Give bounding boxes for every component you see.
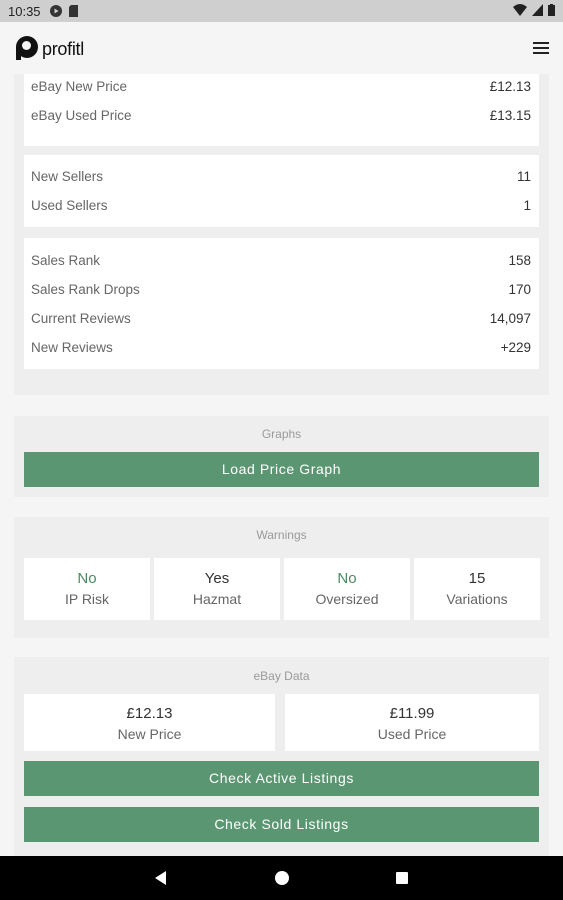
stat-row: Sales Rank Drops 170 <box>24 275 539 304</box>
back-icon[interactable] <box>155 871 166 885</box>
stat-row: Used Sellers 1 <box>24 191 539 220</box>
signal-icon <box>532 4 543 16</box>
ebay-price-label: Used Price <box>377 726 447 742</box>
product-stats-panel: eBay New Price £12.13 eBay Used Price £1… <box>14 74 549 395</box>
stat-value: 11 <box>516 169 531 184</box>
battery-icon <box>548 4 555 16</box>
check-active-listings-button[interactable]: Check Active Listings <box>24 761 539 796</box>
recents-icon[interactable] <box>396 872 408 884</box>
stat-label: Used Sellers <box>31 198 108 213</box>
stat-label: eBay New Price <box>31 79 128 94</box>
stat-value: +229 <box>500 340 531 355</box>
ebay-price-label: New Price <box>117 726 182 742</box>
section-title: Graphs <box>261 427 302 441</box>
warning-label: Hazmat <box>192 591 242 607</box>
hamburger-menu-icon[interactable] <box>533 42 549 54</box>
warning-hazmat: Yes Hazmat <box>154 558 280 620</box>
price-card: eBay New Price £12.13 eBay Used Price £1… <box>24 74 539 146</box>
stat-value: 170 <box>508 282 531 297</box>
stat-value: 14,097 <box>489 311 531 326</box>
media-icon <box>50 5 62 17</box>
warning-ip-risk: No IP Risk <box>24 558 150 620</box>
home-icon[interactable] <box>275 871 289 885</box>
stat-value: £12.13 <box>489 79 531 94</box>
warning-variations: 15 Variations <box>414 558 540 620</box>
stat-label: Current Reviews <box>31 311 131 326</box>
stat-label: Sales Rank <box>31 253 101 268</box>
stat-value: 158 <box>508 253 531 268</box>
section-title: eBay Data <box>253 669 310 683</box>
status-bar: 10:35 <box>0 0 563 22</box>
warning-value: No <box>337 570 357 587</box>
warnings-panel: Warnings No IP Risk Yes Hazmat No Oversi… <box>14 517 549 638</box>
warning-value: No <box>77 570 97 587</box>
stat-label: New Sellers <box>31 169 104 184</box>
status-time: 10:35 <box>8 4 41 19</box>
stat-label: eBay Used Price <box>31 108 132 123</box>
ebay-used-price-box: £11.99 Used Price <box>285 694 539 751</box>
ebay-new-price-box: £12.13 New Price <box>24 694 275 751</box>
logo-text: profitl <box>42 38 84 59</box>
ebay-data-panel: eBay Data £12.13 New Price £11.99 Used P… <box>14 657 549 856</box>
warning-value: Yes <box>204 570 230 587</box>
section-title: Warnings <box>256 528 307 542</box>
stat-row: eBay Used Price £13.15 <box>24 101 539 130</box>
wifi-icon <box>513 4 527 16</box>
stat-label: New Reviews <box>31 340 113 355</box>
stat-value: £13.15 <box>489 108 531 123</box>
scroll-content[interactable]: eBay New Price £12.13 eBay Used Price £1… <box>0 74 563 856</box>
sd-card-icon <box>69 5 78 17</box>
app-logo[interactable]: profitl <box>16 36 84 62</box>
sellers-card: New Sellers 11 Used Sellers 1 <box>24 155 539 227</box>
warning-label: IP Risk <box>64 591 110 607</box>
ebay-price-value: £11.99 <box>389 705 435 722</box>
navigation-bar <box>0 856 563 900</box>
warning-oversized: No Oversized <box>284 558 410 620</box>
stat-row: New Sellers 11 <box>24 162 539 191</box>
stat-label: Sales Rank Drops <box>31 282 140 297</box>
graphs-panel: Graphs Load Price Graph <box>14 416 549 497</box>
ebay-price-value: £12.13 <box>126 705 173 722</box>
stat-row: Sales Rank 158 <box>24 246 539 275</box>
check-sold-listings-button[interactable]: Check Sold Listings <box>24 807 539 842</box>
stat-row: New Reviews +229 <box>24 333 539 362</box>
status-icons <box>513 4 555 16</box>
load-price-graph-button[interactable]: Load Price Graph <box>24 452 539 487</box>
warning-label: Oversized <box>315 591 379 607</box>
logo-mark-icon <box>16 36 38 62</box>
warning-label: Variations <box>446 591 508 607</box>
rank-card: Sales Rank 158 Sales Rank Drops 170 Curr… <box>24 238 539 369</box>
warning-value: 15 <box>468 570 486 587</box>
stat-row: eBay New Price £12.13 <box>24 74 539 101</box>
stat-row: Current Reviews 14,097 <box>24 304 539 333</box>
app-header: profitl <box>0 22 563 74</box>
stat-value: 1 <box>523 198 531 213</box>
